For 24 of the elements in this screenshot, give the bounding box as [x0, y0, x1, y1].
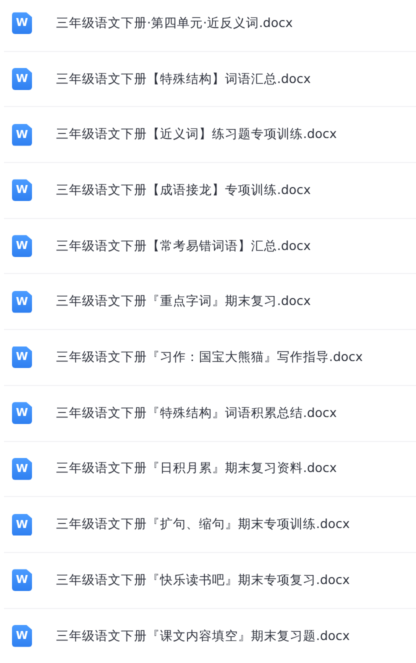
document-icon: W: [12, 68, 32, 90]
file-name[interactable]: 三年级语文下册【特殊结构】词语汇总.docx: [56, 70, 311, 88]
document-icon: W: [12, 124, 32, 146]
document-icon: W: [12, 624, 32, 647]
file-name[interactable]: 三年级语文下册『快乐读书吧』期末专项复习.docx: [56, 570, 350, 590]
file-name[interactable]: 三年级语文下册【常考易错词语】汇总.docx: [56, 236, 311, 256]
document-icon: W: [12, 290, 32, 313]
file-name[interactable]: 三年级语文下册『扩句、缩句』期末专项训练.docx: [56, 515, 350, 534]
document-icon: W: [12, 235, 32, 258]
file-name[interactable]: 三年级语文下册【成语接龙】专项训练.docx: [56, 181, 311, 200]
file-name[interactable]: 三年级语文下册·第四单元·近反义词.docx: [56, 14, 293, 33]
file-name[interactable]: 三年级语文下册『日积月累』期末复习资料.docx: [56, 459, 337, 478]
file-name[interactable]: 三年级语文下册『特殊结构』词语积累总结.docx: [56, 404, 337, 423]
document-icon: W: [12, 569, 32, 592]
document-icon: W: [12, 12, 32, 34]
file-name[interactable]: 三年级语文下册【近义词】练习题专项训练.docx: [56, 125, 337, 144]
file-name[interactable]: 三年级语文下册『习作：国宝大熊猫』写作指导.docx: [56, 348, 363, 367]
document-icon: W: [12, 346, 32, 368]
document-icon: W: [12, 514, 32, 536]
file-name[interactable]: 三年级语文下册『课文内容填空』期末复习题.docx: [56, 626, 350, 646]
document-icon: W: [12, 179, 32, 202]
document-icon: W: [12, 458, 32, 480]
document-icon: W: [12, 402, 32, 424]
file-name[interactable]: 三年级语文下册『重点字词』期末复习.docx: [56, 292, 311, 312]
